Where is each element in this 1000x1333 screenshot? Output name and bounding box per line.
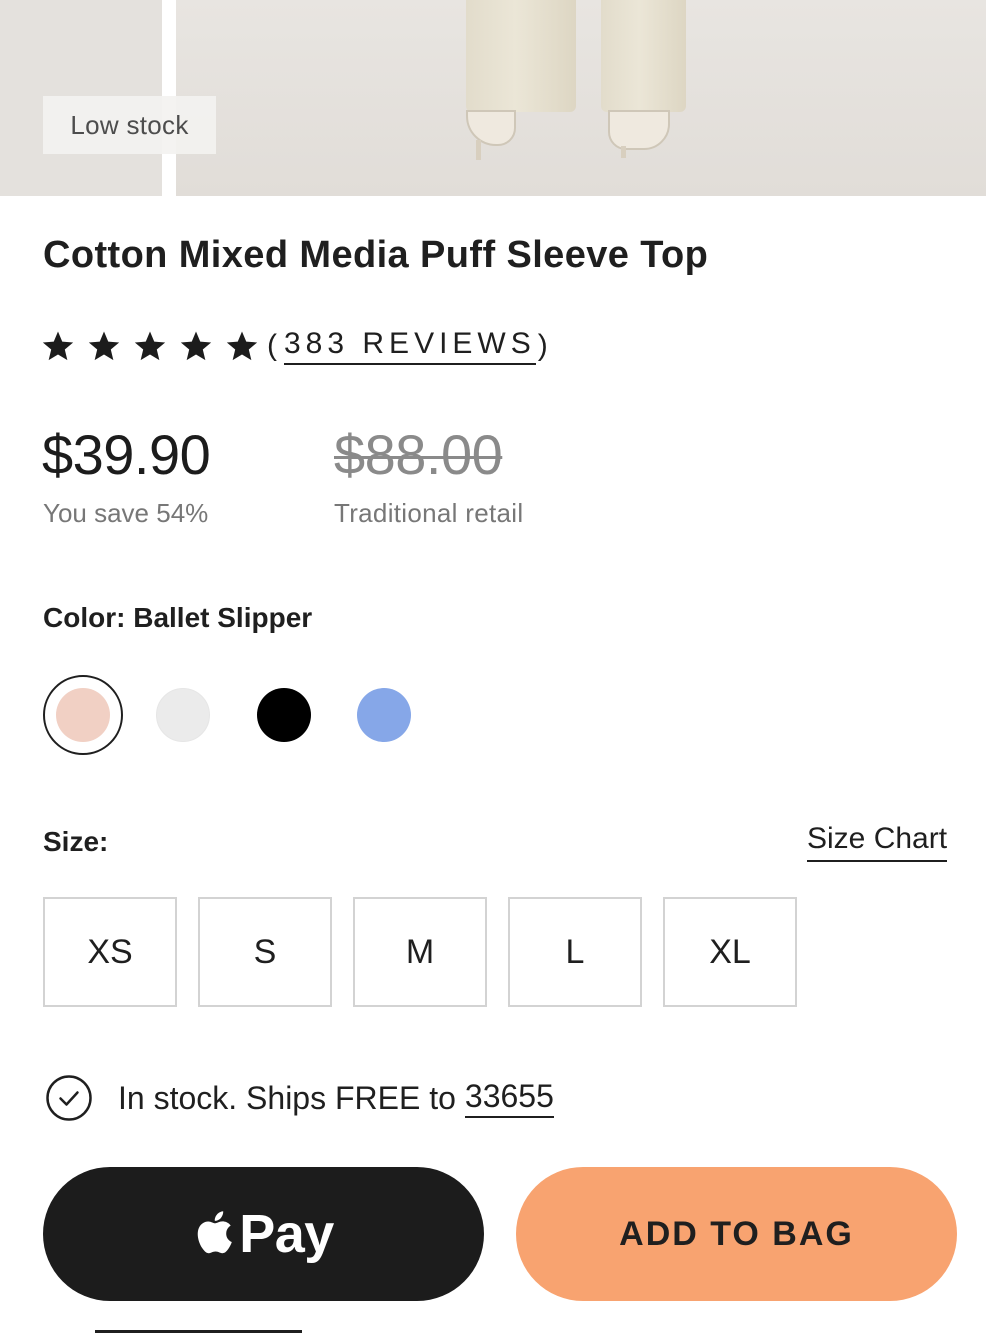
low-stock-badge: Low stock bbox=[43, 96, 216, 154]
stock-text: In stock. Ships FREE to bbox=[118, 1079, 456, 1116]
reviews-paren-close: ) bbox=[537, 329, 553, 362]
product-photo-right-heel bbox=[621, 146, 626, 158]
color-swatch-light-gray[interactable] bbox=[156, 688, 210, 742]
reviews-paren-open: ( bbox=[267, 329, 282, 362]
size-button-m[interactable]: M bbox=[353, 897, 487, 1007]
star-icon bbox=[134, 331, 166, 361]
savings-text: You save 54% bbox=[43, 498, 209, 528]
sale-price: $39.90 bbox=[42, 423, 211, 486]
color-selected-name: Ballet Slipper bbox=[133, 602, 313, 633]
product-photo-right-leg bbox=[601, 0, 686, 112]
check-circle-icon bbox=[46, 1075, 92, 1121]
original-price-label: Traditional retail bbox=[334, 498, 524, 528]
original-price: $88.00 bbox=[334, 423, 503, 486]
size-button-s[interactable]: S bbox=[198, 897, 332, 1007]
rating-row[interactable]: ( 383 REVIEWS ) bbox=[41, 322, 553, 370]
color-swatch-ballet-slipper[interactable] bbox=[56, 688, 110, 742]
color-label-row: Color: Ballet Slipper bbox=[43, 602, 312, 634]
size-chart-link[interactable]: Size Chart bbox=[807, 822, 948, 862]
stock-status: In stock. Ships FREE to 33655 bbox=[45, 1074, 554, 1122]
product-photo-left-heel bbox=[476, 140, 481, 160]
product-image-gallery[interactable]: Low stock bbox=[0, 0, 1000, 196]
color-swatch-blue[interactable] bbox=[357, 688, 411, 742]
product-image-main[interactable] bbox=[176, 0, 986, 196]
product-photo-left-leg bbox=[466, 0, 576, 112]
apple-pay-button[interactable]: Pay bbox=[43, 1167, 484, 1301]
size-button-l[interactable]: L bbox=[508, 897, 642, 1007]
reviews-link[interactable]: ( 383 REVIEWS ) bbox=[267, 327, 553, 365]
star-icon bbox=[180, 331, 212, 361]
apple-logo-icon bbox=[197, 1211, 233, 1254]
color-swatches bbox=[43, 675, 443, 755]
apple-pay-label: Pay bbox=[239, 1204, 334, 1264]
star-icon bbox=[226, 331, 258, 361]
size-options: XS S M L XL bbox=[43, 897, 803, 1007]
shipping-zip-link[interactable]: 33655 bbox=[464, 1078, 554, 1118]
size-button-xs[interactable]: XS bbox=[43, 897, 177, 1007]
product-title: Cotton Mixed Media Puff Sleeve Top bbox=[43, 234, 709, 276]
star-icon bbox=[42, 331, 74, 361]
product-photo-left-shoe bbox=[466, 110, 516, 146]
color-label: Color: bbox=[43, 602, 126, 633]
size-button-xl[interactable]: XL bbox=[663, 897, 797, 1007]
reviews-count[interactable]: 383 REVIEWS bbox=[284, 327, 536, 365]
product-photo-right-shoe bbox=[608, 110, 670, 150]
gallery-edge bbox=[986, 0, 1000, 196]
size-label: Size: bbox=[43, 826, 109, 857]
star-icon bbox=[88, 331, 120, 361]
add-to-bag-button[interactable]: ADD TO BAG bbox=[516, 1167, 957, 1301]
color-swatch-black[interactable] bbox=[257, 688, 311, 742]
